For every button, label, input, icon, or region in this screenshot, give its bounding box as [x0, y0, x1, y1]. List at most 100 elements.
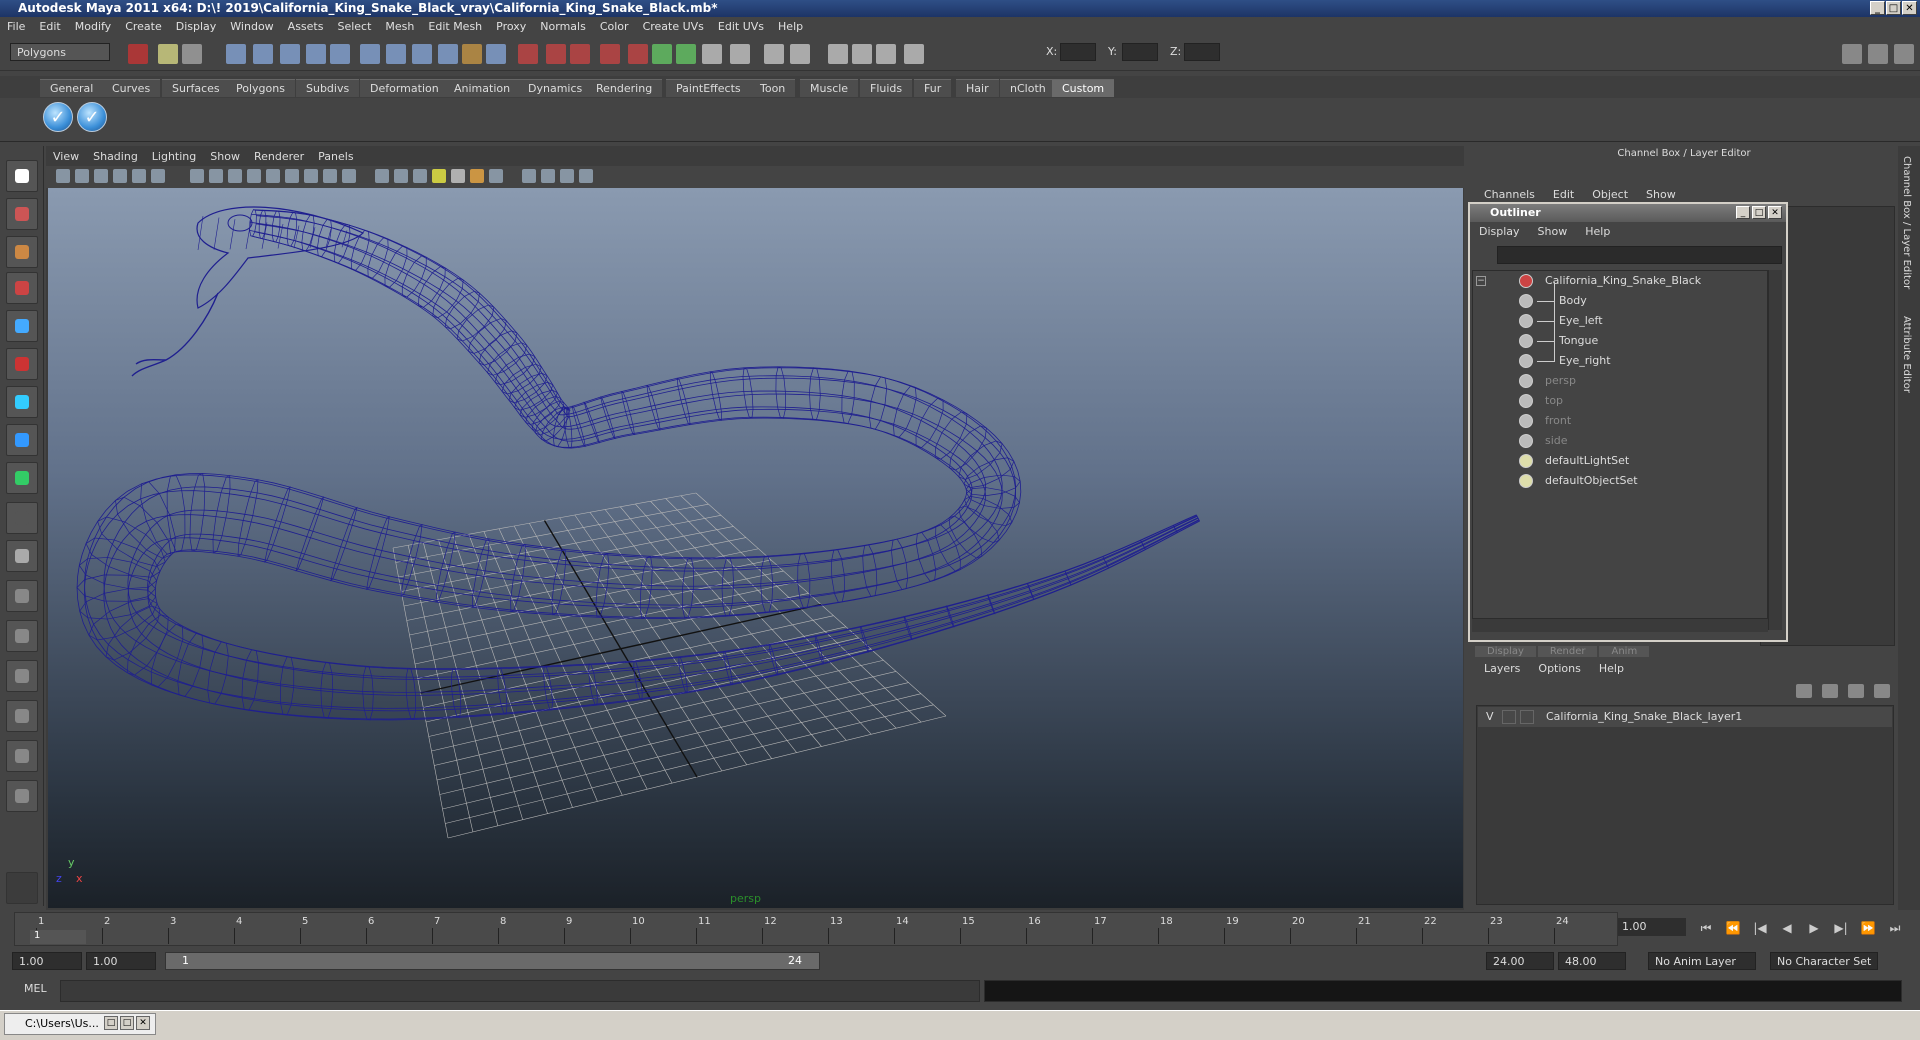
mel-input[interactable]: [60, 980, 980, 1002]
layer-tab-anim[interactable]: Anim: [1599, 646, 1650, 657]
outliner-item[interactable]: Eye_right: [1475, 352, 1765, 370]
outliner-item[interactable]: top: [1475, 392, 1765, 410]
panel-toggle-icon[interactable]: [1842, 44, 1862, 64]
toolbox-tool-icon[interactable]: [6, 660, 38, 692]
mel-label[interactable]: MEL: [24, 982, 47, 995]
playback-button[interactable]: ◀: [1777, 920, 1797, 936]
outliner-hscrollbar[interactable]: [1472, 618, 1768, 632]
taskbar-close-button[interactable]: ✕: [136, 1016, 150, 1030]
status-tool-icon[interactable]: [790, 44, 810, 64]
outliner-menu-show[interactable]: Show: [1529, 222, 1577, 242]
viewport-tool-icon[interactable]: [489, 169, 503, 183]
outliner-item[interactable]: defaultLightSet: [1475, 452, 1765, 470]
outliner-vscrollbar[interactable]: [1768, 270, 1782, 630]
viewport-tool-icon[interactable]: [541, 169, 555, 183]
shelf-tab-deformation[interactable]: Deformation: [360, 79, 449, 97]
toolbox-tool-icon[interactable]: [6, 740, 38, 772]
viewport-menu-shading[interactable]: Shading: [86, 148, 145, 166]
menu-modify[interactable]: Modify: [68, 17, 118, 37]
taskbar-restore-button[interactable]: □: [104, 1016, 118, 1030]
layer-action-icon[interactable]: [1848, 684, 1864, 698]
status-tool-icon[interactable]: [600, 44, 620, 64]
layer-tab-display[interactable]: Display: [1475, 646, 1536, 657]
toolbox-tool-icon[interactable]: [6, 424, 38, 456]
outliner-menu-display[interactable]: Display: [1470, 222, 1529, 242]
x-input[interactable]: [1060, 43, 1096, 61]
layer-menu-help[interactable]: Help: [1590, 660, 1633, 678]
layer-action-icon[interactable]: [1874, 684, 1890, 698]
taskbar-max-button[interactable]: □: [120, 1016, 134, 1030]
status-tool-icon[interactable]: [904, 44, 924, 64]
status-tool-icon[interactable]: [730, 44, 750, 64]
shelf-tab-muscle[interactable]: Muscle: [800, 79, 859, 97]
status-tool-icon[interactable]: [360, 44, 380, 64]
animation-end-field[interactable]: 48.00: [1558, 952, 1626, 970]
menu-display[interactable]: Display: [169, 17, 224, 37]
checkmark-icon[interactable]: ✓: [43, 102, 73, 132]
status-tool-icon[interactable]: [128, 44, 148, 64]
viewport-menu-panels[interactable]: Panels: [311, 148, 360, 166]
toolbox-tool-icon[interactable]: [6, 310, 38, 342]
shelf-tab-surfaces[interactable]: Surfaces: [162, 79, 230, 97]
layer-color-swatch[interactable]: [1520, 710, 1534, 724]
maximize-button[interactable]: □: [1886, 1, 1901, 15]
status-tool-icon[interactable]: [652, 44, 672, 64]
outliner-minimize-button[interactable]: _: [1736, 206, 1750, 219]
layer-template-toggle[interactable]: [1502, 710, 1516, 724]
viewport-tool-icon[interactable]: [413, 169, 427, 183]
outliner-item[interactable]: side: [1475, 432, 1765, 450]
viewport-menu-show[interactable]: Show: [203, 148, 247, 166]
perspective-viewport[interactable]: [48, 188, 1463, 908]
status-tool-icon[interactable]: [280, 44, 300, 64]
viewport-tool-icon[interactable]: [323, 169, 337, 183]
status-tool-icon[interactable]: [876, 44, 896, 64]
status-tool-icon[interactable]: [330, 44, 350, 64]
current-frame-marker[interactable]: 1: [30, 930, 86, 944]
toolbox-tool-icon[interactable]: [6, 700, 38, 732]
snake-logo-icon[interactable]: [6, 872, 38, 904]
toolbox-tool-icon[interactable]: [6, 780, 38, 812]
shelf-tab-rendering[interactable]: Rendering: [586, 79, 663, 97]
toolbox-tool-icon[interactable]: [6, 386, 38, 418]
y-input[interactable]: [1122, 43, 1158, 61]
toolbox-tool-icon[interactable]: [6, 502, 38, 534]
shelf-tab-custom[interactable]: Custom: [1052, 79, 1115, 97]
minimize-button[interactable]: _: [1870, 1, 1885, 15]
status-tool-icon[interactable]: [764, 44, 784, 64]
shelf-tab-polygons[interactable]: Polygons: [226, 79, 295, 97]
viewport-tool-icon[interactable]: [470, 169, 484, 183]
viewport-tool-icon[interactable]: [375, 169, 389, 183]
status-tool-icon[interactable]: [676, 44, 696, 64]
viewport-tool-icon[interactable]: [266, 169, 280, 183]
outliner-item[interactable]: Body: [1475, 292, 1765, 310]
viewport-tool-icon[interactable]: [56, 169, 70, 183]
menu-select[interactable]: Select: [330, 17, 378, 37]
channel-box-menu-edit[interactable]: Edit: [1544, 188, 1583, 201]
shelf-tab-animation[interactable]: Animation: [444, 79, 521, 97]
playback-button[interactable]: ▶|: [1831, 920, 1851, 936]
menu-proxy[interactable]: Proxy: [489, 17, 533, 37]
viewport-tool-icon[interactable]: [522, 169, 536, 183]
shelf-tab-general[interactable]: General: [40, 79, 104, 97]
viewport-tool-icon[interactable]: [94, 169, 108, 183]
layer-tab-render[interactable]: Render: [1537, 646, 1598, 657]
toolbox-tool-icon[interactable]: [6, 236, 38, 268]
menu-edit-mesh[interactable]: Edit Mesh: [421, 17, 489, 37]
menu-normals[interactable]: Normals: [533, 17, 593, 37]
status-tool-icon[interactable]: [486, 44, 506, 64]
layer-row[interactable]: V California_King_Snake_Black_layer1: [1478, 707, 1892, 727]
viewport-tool-icon[interactable]: [285, 169, 299, 183]
viewport-tool-icon[interactable]: [113, 169, 127, 183]
toolbox-tool-icon[interactable]: [6, 580, 38, 612]
toolbox-tool-icon[interactable]: [6, 272, 38, 304]
viewport-tool-icon[interactable]: [132, 169, 146, 183]
playback-end-field[interactable]: 24.00: [1486, 952, 1554, 970]
status-tool-icon[interactable]: [158, 44, 178, 64]
shelf-tab-ncloth[interactable]: nCloth: [1000, 79, 1056, 97]
animation-start-field[interactable]: 1.00: [12, 952, 82, 970]
outliner-item[interactable]: defaultObjectSet: [1475, 472, 1765, 490]
viewport-menu-renderer[interactable]: Renderer: [247, 148, 311, 166]
status-tool-icon[interactable]: [306, 44, 326, 64]
checkmark-icon[interactable]: ✓: [77, 102, 107, 132]
close-button[interactable]: ✕: [1902, 1, 1917, 15]
